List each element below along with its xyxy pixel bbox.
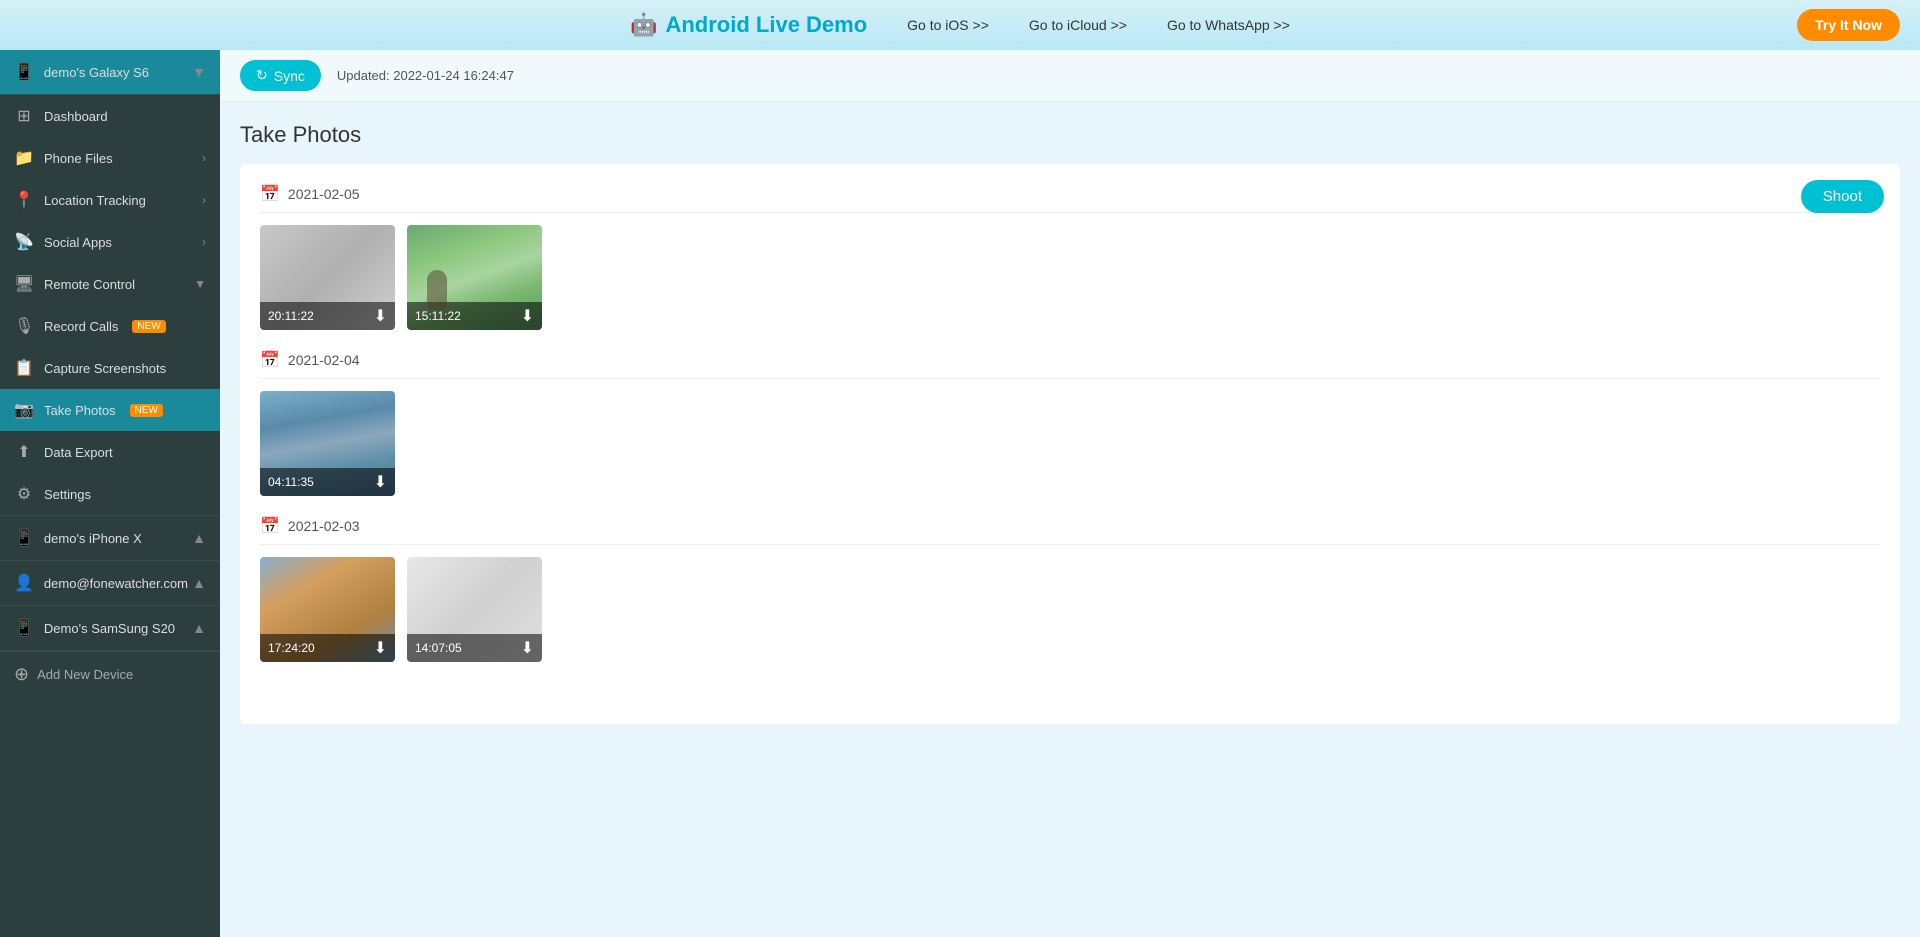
download-icon[interactable]: ⬇: [374, 472, 387, 492]
photos-grid: 17:24:20 ⬇ 14:07:05 ⬇: [260, 557, 1880, 662]
goto-icloud-link[interactable]: Go to iCloud >>: [1029, 17, 1127, 33]
brand: 🤖 Android Live Demo: [630, 12, 867, 38]
screenshot-icon: 📋: [14, 358, 34, 378]
toolbar: ↻ Sync Updated: 2022-01-24 16:24:47: [220, 50, 1920, 102]
photo-time: 14:07:05: [415, 641, 462, 655]
photo-time: 04:11:35: [268, 475, 314, 489]
sidebar-item-record-calls[interactable]: 🎙 Record Calls NEW: [0, 305, 220, 347]
remote-control-icon: 🖥: [14, 274, 34, 294]
page-title: Take Photos: [240, 122, 1900, 148]
date-label: 2021-02-05: [288, 186, 360, 202]
date-label: 2021-02-03: [288, 518, 360, 534]
photo-time: 20:11:22: [268, 309, 314, 323]
goto-ios-link[interactable]: Go to iOS >>: [907, 17, 989, 33]
date-section-3: 📅 2021-02-03 17:24:20 ⬇ 14:07:05: [260, 516, 1880, 662]
shoot-button[interactable]: Shoot: [1801, 180, 1884, 213]
android-icon: 🤖: [630, 12, 657, 38]
device-galaxy-s6[interactable]: 📱 demo's Galaxy S6 ▼: [0, 50, 220, 95]
photos-grid: 04:11:35 ⬇: [260, 391, 1880, 496]
chevron-right-icon: ›: [202, 193, 206, 207]
sync-icon: ↻: [256, 67, 268, 84]
dashboard-icon: ⊞: [14, 106, 34, 126]
photos-grid: 20:11:22 ⬇ 15:11:22 ⬇: [260, 225, 1880, 330]
photo-thumb[interactable]: 20:11:22 ⬇: [260, 225, 395, 330]
device-phone-icon: 📱: [14, 528, 34, 548]
chevron-up-icon: ▲: [192, 575, 206, 591]
calendar-icon: 📅: [260, 184, 280, 204]
calendar-icon: 📅: [260, 350, 280, 370]
new-badge: NEW: [132, 320, 165, 333]
photo-time: 15:11:22: [415, 309, 461, 323]
device-phone-icon: 📱: [14, 62, 34, 82]
record-calls-icon: 🎙: [14, 316, 34, 336]
sidebar-item-settings[interactable]: ⚙ Settings: [0, 473, 220, 515]
try-it-now-button[interactable]: Try It Now: [1797, 9, 1900, 41]
social-apps-icon: 📡: [14, 232, 34, 252]
phone-files-icon: 📁: [14, 148, 34, 168]
photos-container: Shoot 📅 2021-02-05 20:11:22 ⬇: [240, 164, 1900, 724]
chevron-right-icon: ›: [202, 151, 206, 165]
device-samsung-s20[interactable]: 📱 Demo's SamSung S20 ▲: [0, 606, 220, 651]
photo-thumb[interactable]: 04:11:35 ⬇: [260, 391, 395, 496]
date-section-2: 📅 2021-02-04 04:11:35 ⬇: [260, 350, 1880, 496]
sidebar-item-phone-files[interactable]: 📁 Phone Files ›: [0, 137, 220, 179]
chevron-right-icon: ›: [202, 235, 206, 249]
content-area: ↻ Sync Updated: 2022-01-24 16:24:47 Take…: [220, 50, 1920, 937]
photo-thumb[interactable]: 14:07:05 ⬇: [407, 557, 542, 662]
device-email[interactable]: 👤 demo@fonewatcher.com ▲: [0, 561, 220, 606]
plus-circle-icon: ⊕: [14, 664, 29, 685]
add-new-device-button[interactable]: ⊕ Add New Device: [0, 652, 220, 697]
device-iphone-x[interactable]: 📱 demo's iPhone X ▲: [0, 516, 220, 561]
sidebar: 📱 demo's Galaxy S6 ▼ ⊞ Dashboard 📁 Phone…: [0, 50, 220, 937]
main-layout: 📱 demo's Galaxy S6 ▼ ⊞ Dashboard 📁 Phone…: [0, 50, 1920, 937]
calendar-icon: 📅: [260, 516, 280, 536]
location-icon: 📍: [14, 190, 34, 210]
top-header: 🤖 Android Live Demo Go to iOS >> Go to i…: [0, 0, 1920, 50]
settings-icon: ⚙: [14, 484, 34, 504]
sidebar-item-capture-screenshots[interactable]: 📋 Capture Screenshots: [0, 347, 220, 389]
sidebar-item-data-export[interactable]: ⬆ Data Export: [0, 431, 220, 473]
updated-timestamp: Updated: 2022-01-24 16:24:47: [337, 68, 514, 83]
chevron-down-icon: ▼: [192, 64, 206, 80]
download-icon[interactable]: ⬇: [374, 638, 387, 658]
download-icon[interactable]: ⬇: [374, 306, 387, 326]
brand-name: Android Live Demo: [665, 12, 867, 38]
download-icon[interactable]: ⬇: [521, 638, 534, 658]
goto-whatsapp-link[interactable]: Go to WhatsApp >>: [1167, 17, 1290, 33]
sidebar-item-remote-control[interactable]: 🖥 Remote Control ▼: [0, 263, 220, 305]
download-icon[interactable]: ⬇: [521, 306, 534, 326]
date-section-1: 📅 2021-02-05 20:11:22 ⬇ 15:11:22: [260, 184, 1880, 330]
chevron-down-icon: ▼: [194, 277, 206, 291]
photo-thumb[interactable]: 15:11:22 ⬇: [407, 225, 542, 330]
camera-icon: 📷: [14, 400, 34, 420]
photo-thumb[interactable]: 17:24:20 ⬇: [260, 557, 395, 662]
main-content: Take Photos Shoot 📅 2021-02-05 20:11:22 …: [220, 102, 1920, 937]
sync-button[interactable]: ↻ Sync: [240, 60, 321, 91]
export-icon: ⬆: [14, 442, 34, 462]
chevron-up-icon: ▲: [192, 530, 206, 546]
sidebar-item-social-apps[interactable]: 📡 Social Apps ›: [0, 221, 220, 263]
user-icon: 👤: [14, 573, 34, 593]
sidebar-item-dashboard[interactable]: ⊞ Dashboard: [0, 95, 220, 137]
date-label: 2021-02-04: [288, 352, 360, 368]
device-phone-icon: 📱: [14, 618, 34, 638]
chevron-up-icon: ▲: [192, 620, 206, 636]
sidebar-item-location-tracking[interactable]: 📍 Location Tracking ›: [0, 179, 220, 221]
sidebar-item-take-photos[interactable]: 📷 Take Photos NEW: [0, 389, 220, 431]
new-badge: NEW: [130, 404, 163, 417]
photo-time: 17:24:20: [268, 641, 315, 655]
